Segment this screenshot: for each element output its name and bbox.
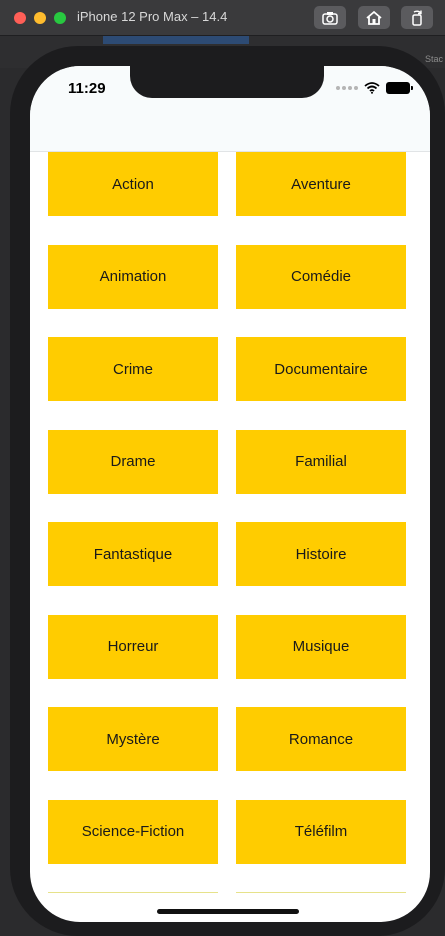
background-editor-tab <box>103 36 249 44</box>
genre-button[interactable]: Mystère <box>48 707 218 771</box>
device-notch <box>130 66 324 98</box>
simulator-title: iPhone 12 Pro Max – 14.4 <box>77 9 228 24</box>
genre-button[interactable]: Fantastique <box>48 522 218 586</box>
camera-icon <box>322 11 338 25</box>
genre-button[interactable]: Crime <box>48 337 218 401</box>
genre-button[interactable]: Familial <box>236 429 406 494</box>
genre-button[interactable]: Romance <box>236 707 406 771</box>
rotate-icon <box>412 10 422 26</box>
genre-button[interactable]: Histoire <box>236 522 406 586</box>
genre-button[interactable]: Action <box>48 152 218 216</box>
battery-icon <box>386 82 413 94</box>
screenshot-button[interactable] <box>314 6 346 29</box>
background-stack-label: Stac <box>424 54 443 64</box>
wifi-icon <box>364 82 380 94</box>
genre-button[interactable]: Drame <box>48 429 218 494</box>
home-indicator[interactable] <box>157 909 299 914</box>
minimize-window-button[interactable] <box>34 12 46 24</box>
zoom-window-button[interactable] <box>54 12 66 24</box>
rotate-button[interactable] <box>401 6 433 29</box>
phone-screen: 11:29 Action Aventure Animation Comédie Crim… <box>30 66 430 922</box>
genre-button[interactable]: Téléfilm <box>236 799 406 864</box>
simulator-title-bar: iPhone 12 Pro Max – 14.4 <box>0 0 445 36</box>
cellular-signal-icon <box>336 86 358 90</box>
home-button[interactable] <box>358 6 390 29</box>
genre-button[interactable]: Musique <box>236 614 406 679</box>
genre-button[interactable]: Comédie <box>236 244 406 309</box>
genre-button[interactable]: Science-Fiction <box>48 799 218 864</box>
genre-button-partial[interactable] <box>48 892 218 922</box>
genre-button[interactable]: Horreur <box>48 614 218 679</box>
genre-button[interactable]: Animation <box>48 244 218 309</box>
genre-button[interactable]: Documentaire <box>236 337 406 401</box>
genre-button[interactable]: Aventure <box>236 152 406 216</box>
status-icons <box>336 82 413 94</box>
genre-button-partial[interactable] <box>236 892 406 922</box>
home-icon <box>366 10 382 25</box>
close-window-button[interactable] <box>14 12 26 24</box>
status-time: 11:29 <box>68 80 106 97</box>
